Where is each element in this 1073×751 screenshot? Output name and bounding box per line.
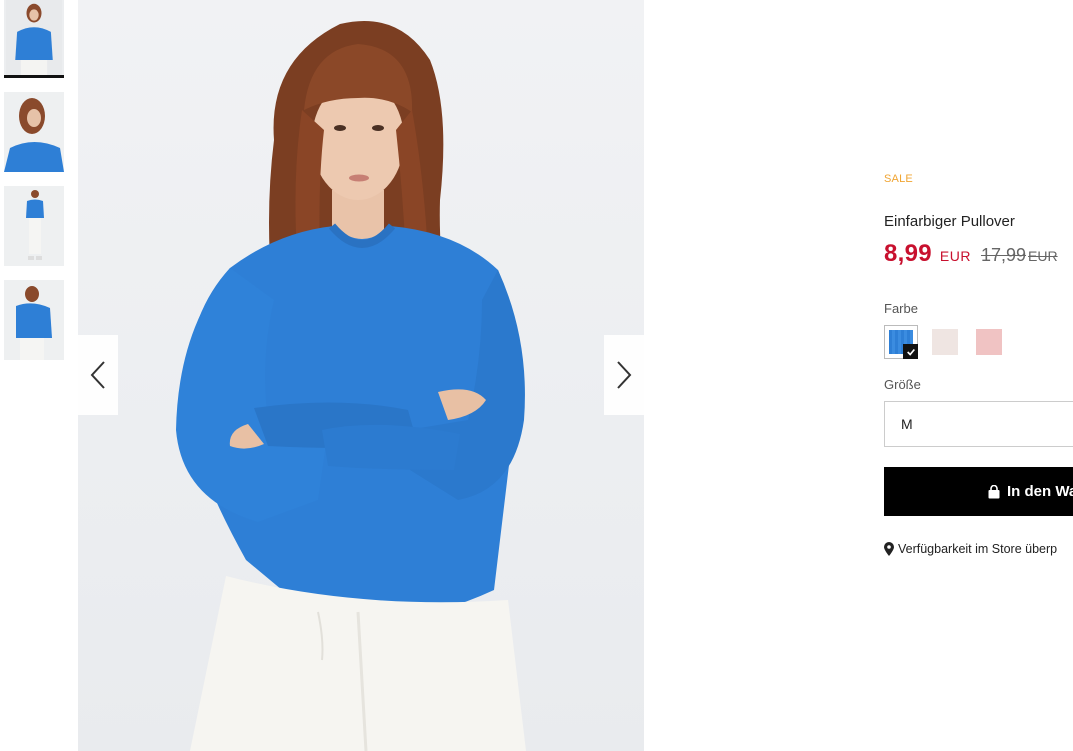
main-product-image: [78, 0, 644, 751]
color-swatch-blue[interactable]: [884, 325, 918, 359]
sale-badge: SALE: [884, 173, 913, 185]
thumbnail-image: [4, 280, 64, 360]
thumbnail-1[interactable]: [4, 0, 64, 78]
size-select-value: M: [901, 416, 913, 432]
color-label: Farbe: [884, 301, 918, 316]
product-details-panel: SALE Einfarbiger Pullover 8,99 EUR 17,99…: [884, 0, 1073, 751]
old-price: 17,99: [980, 245, 1027, 265]
map-pin-icon: [884, 542, 894, 556]
chevron-left-icon: [90, 361, 105, 389]
check-icon: [903, 344, 918, 359]
swatch-fill: [932, 329, 958, 355]
current-price-currency: EUR: [939, 248, 971, 264]
color-swatch-pink[interactable]: [972, 325, 1006, 359]
price-row: 8,99 EUR 17,99 EUR: [884, 240, 1058, 268]
thumbnail-image: [4, 92, 64, 172]
thumbnail-3[interactable]: [4, 186, 64, 266]
product-title: Einfarbiger Pullover: [884, 213, 1015, 230]
store-availability-link[interactable]: Verfügbarkeit im Store überp: [884, 542, 1057, 556]
old-price-currency: EUR: [1028, 248, 1058, 264]
previous-image-button[interactable]: [78, 335, 118, 415]
thumbnail-list: [4, 0, 64, 374]
chevron-right-icon: [617, 361, 632, 389]
thumbnail-image: [4, 186, 64, 266]
thumbnail-4[interactable]: [4, 280, 64, 360]
color-swatches: [884, 325, 1006, 359]
add-to-cart-button[interactable]: In den Wa: [884, 467, 1073, 516]
current-price: 8,99: [884, 240, 932, 267]
color-swatch-light-beige[interactable]: [928, 325, 962, 359]
thumbnail-image: [5, 0, 63, 75]
size-label: Größe: [884, 377, 921, 392]
next-image-button[interactable]: [604, 335, 644, 415]
swatch-fill: [976, 329, 1002, 355]
thumbnail-2[interactable]: [4, 92, 64, 172]
model-photo: [176, 20, 526, 751]
size-select[interactable]: M: [884, 401, 1073, 447]
shopping-bag-icon: [988, 484, 1000, 498]
add-to-cart-label: In den Wa: [1007, 483, 1073, 500]
store-availability-label: Verfügbarkeit im Store überp: [898, 542, 1058, 556]
